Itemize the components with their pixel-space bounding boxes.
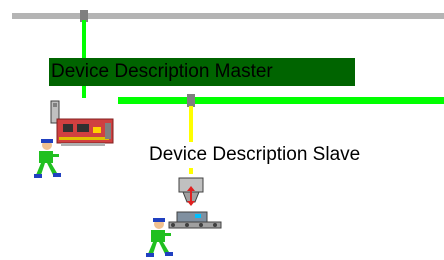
master-device-label[interactable]: Device Description Master: [49, 58, 355, 86]
slave-device-label[interactable]: Device Description Slave: [149, 142, 361, 168]
main-bus-line[interactable]: [12, 13, 444, 19]
valve-conveyor-icon: [146, 177, 222, 257]
network-card-icon: [34, 100, 114, 178]
slave-device-node[interactable]: [143, 172, 229, 260]
master-device-node[interactable]: [33, 97, 123, 185]
worker-icon: [34, 139, 61, 178]
network-topology-canvas: Device Description Master Device Descrip…: [0, 0, 444, 260]
master-bus-line[interactable]: [118, 97, 444, 104]
